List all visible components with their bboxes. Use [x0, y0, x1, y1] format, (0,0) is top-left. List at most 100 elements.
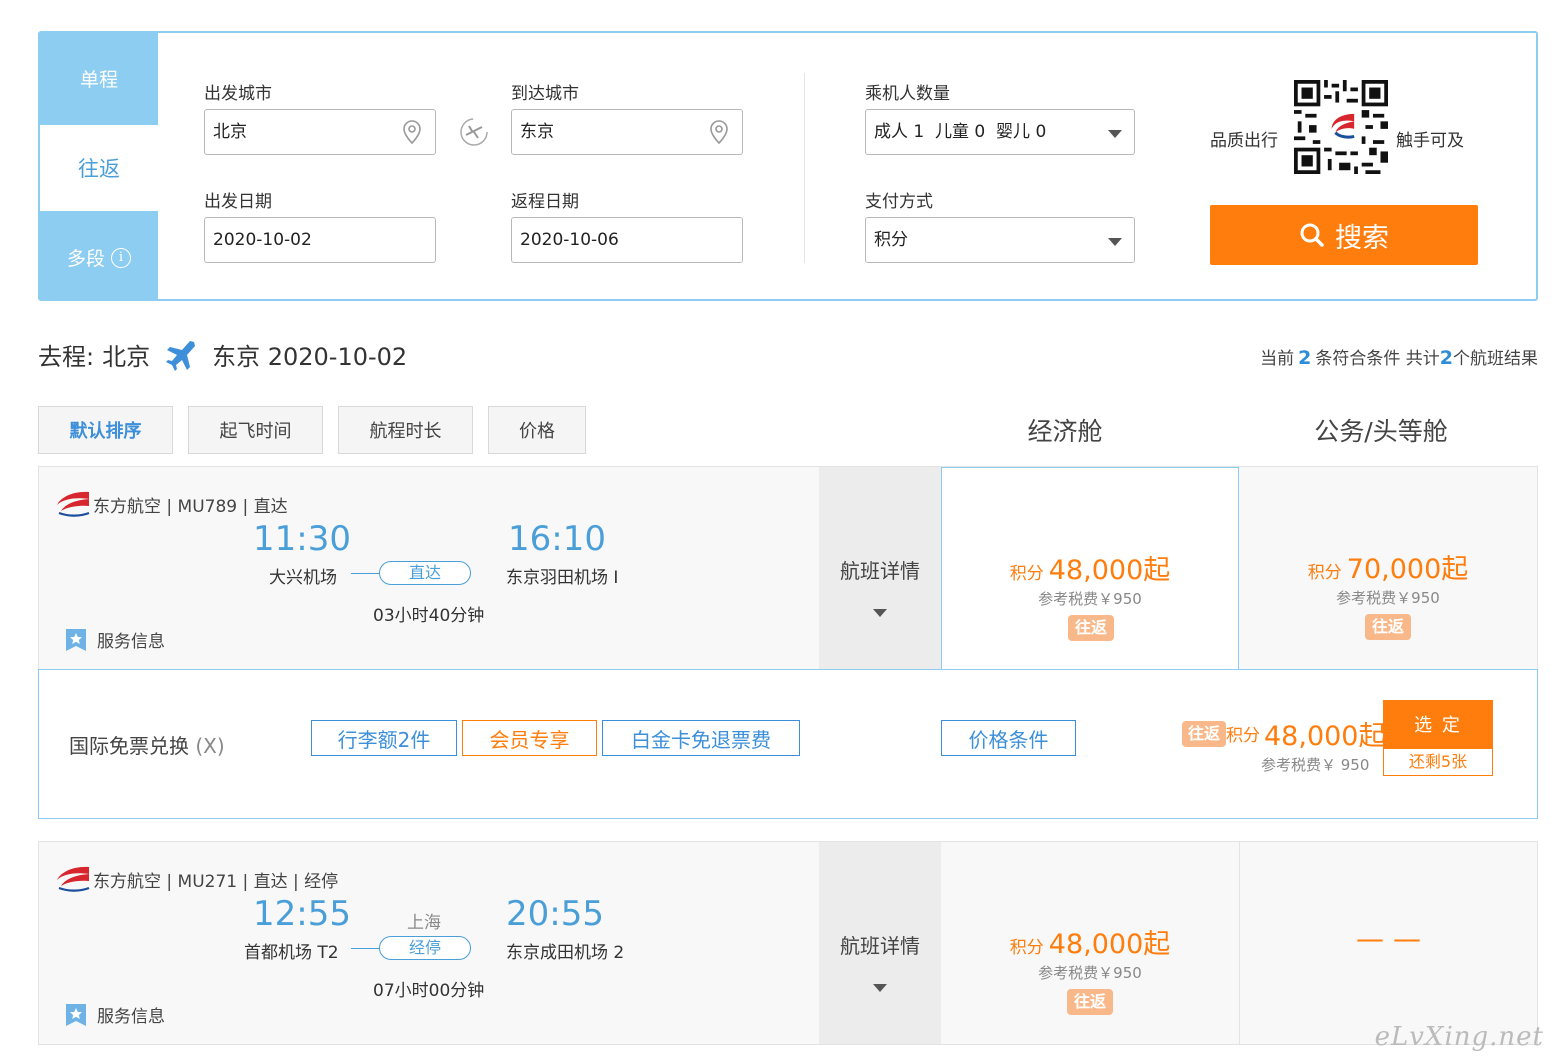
arrival-time: 20:55: [506, 894, 604, 934]
brand-slogan-right: 触手可及: [1396, 131, 1464, 151]
departure-airport: 首都机场 T2: [244, 943, 339, 963]
depart-date-input[interactable]: 2020-10-02: [204, 217, 436, 263]
service-info[interactable]: 服务信息: [65, 1002, 165, 1027]
return-date-input[interactable]: 2020-10-06: [511, 217, 743, 263]
stop-badge: 直达: [379, 561, 471, 585]
business-price-cell[interactable]: 积分 70,000起 参考税费￥950 往返: [1239, 467, 1537, 669]
route-from: 北京: [102, 343, 151, 371]
round-trip-badge: 往返: [1182, 720, 1226, 747]
select-fare-label: 选 定: [1414, 715, 1462, 736]
payment-value: 积分: [874, 230, 908, 250]
airline-info: 东方航空 | MU271 | 直达 | 经停: [55, 864, 338, 894]
sort-price[interactable]: 价格: [488, 406, 586, 454]
tag-member-exclusive[interactable]: 会员专享: [462, 720, 597, 756]
depart-city-label: 出发城市: [204, 84, 272, 104]
location-pin-icon: [403, 120, 421, 145]
sort-duration[interactable]: 航程时长: [338, 406, 473, 454]
result-count-prefix: 当前: [1260, 349, 1295, 369]
sort-default[interactable]: 默认排序: [38, 406, 173, 454]
passengers-select[interactable]: 成人 1 儿童 0 婴儿 0: [865, 109, 1135, 155]
service-bookmark-icon: [66, 1003, 86, 1026]
info-icon[interactable]: i: [111, 247, 131, 268]
business-tax: 参考税费￥950: [1336, 589, 1440, 607]
search-button[interactable]: 搜索: [1210, 205, 1478, 265]
arrival-airport: 东京羽田机场 I: [506, 568, 619, 588]
economy-price-amount: 48,000起: [1048, 555, 1171, 586]
flight-details-toggle[interactable]: 航班详情: [819, 842, 941, 1044]
seats-remaining: 还剩5张: [1383, 748, 1493, 776]
return-date-value: 2020-10-06: [520, 230, 619, 250]
stop-badge: 经停: [379, 936, 471, 960]
flight-details-toggle[interactable]: 航班详情: [819, 467, 941, 669]
tab-round-trip-label: 往返: [78, 157, 120, 181]
price-conditions-button[interactable]: 价格条件: [941, 720, 1076, 756]
qr-code-icon: [1294, 80, 1388, 174]
tag-member-exclusive-label: 会员专享: [489, 727, 570, 752]
payment-label: 支付方式: [865, 192, 933, 212]
select-fare-button[interactable]: 选 定: [1383, 700, 1493, 748]
sort-departure-time[interactable]: 起飞时间: [188, 406, 323, 454]
result-count-total: 2: [1439, 347, 1453, 369]
economy-price-cell[interactable]: 积分 48,000起 参考税费￥950 往返: [941, 842, 1239, 1044]
result-count-suffix: 个航班结果: [1453, 349, 1538, 369]
swap-plane-icon[interactable]: [457, 115, 491, 149]
result-count: 当前 2 条符合条件 共计2个航班结果: [1260, 344, 1538, 369]
depart-city-input[interactable]: 北京: [204, 109, 436, 155]
fare-name: 国际免票兑换 (X): [69, 730, 225, 759]
arrive-city-label: 到达城市: [511, 84, 579, 104]
airline-text: 东方航空 | MU271 | 直达 | 经停: [93, 871, 339, 892]
route-prefix: 去程:: [38, 343, 95, 371]
economy-price-amount: 48,000起: [1048, 929, 1171, 960]
passengers-value: 成人 1 儿童 0 婴儿 0: [874, 122, 1047, 142]
airline-logo-icon: [57, 866, 90, 892]
fare-price-prefix: 积分: [1226, 726, 1260, 746]
chevron-down-icon: [1108, 130, 1122, 138]
search-panel: 单程 往返 多段 i 出发城市 北京 到达城市 东京 出发日期 2020-10-0…: [38, 31, 1538, 301]
flight-card: 东方航空 | MU789 | 直达 11:30 16:10 大兴机场 直达 东京…: [38, 466, 1538, 672]
flight-card: 东方航空 | MU271 | 直达 | 经停 12:55 20:55 上海 首都…: [38, 841, 1538, 1045]
price-conditions-label: 价格条件: [968, 727, 1049, 752]
result-count-current: 2: [1298, 347, 1312, 369]
depart-date-value: 2020-10-02: [213, 230, 312, 250]
tag-baggage-label: 行李额2件: [337, 727, 431, 752]
brand-slogan-left: 品质出行: [1210, 131, 1278, 151]
chevron-down-icon: [873, 984, 887, 992]
tab-round-trip[interactable]: 往返: [40, 125, 158, 211]
result-count-middle: 条符合条件 共计: [1315, 349, 1440, 369]
arrive-city-input[interactable]: 东京: [511, 109, 743, 155]
tag-platinum-refund[interactable]: 白金卡免退票费: [602, 720, 800, 756]
airplane-icon: [166, 340, 196, 371]
flight-duration: 07小时00分钟: [373, 981, 485, 1001]
economy-price: 积分 48,000起: [942, 548, 1238, 587]
watermark: eLvXing.net: [1374, 1022, 1544, 1052]
fare-price-amount: 48,000起: [1264, 721, 1386, 752]
economy-price-cell[interactable]: 积分 48,000起 参考税费￥950 往返: [941, 467, 1239, 672]
tab-one-way[interactable]: 单程: [40, 33, 158, 123]
economy-tax: 参考税费￥950: [1038, 590, 1142, 608]
cabin-header-economy: 经济舱: [1027, 417, 1103, 446]
arrival-time: 16:10: [508, 519, 606, 559]
business-unavailable: — —: [1356, 922, 1421, 955]
business-price-cell: — —: [1239, 842, 1537, 1044]
fare-detail-row: 国际免票兑换 (X) 行李额2件 会员专享 白金卡免退票费 价格条件 往返 积分 4…: [38, 669, 1538, 819]
airline-info: 东方航空 | MU789 | 直达: [55, 489, 288, 519]
sort-duration-label: 航程时长: [369, 421, 442, 442]
route-title: 去程: 北京 东京 2020-10-02: [38, 337, 407, 372]
return-date-label: 返程日期: [511, 192, 579, 212]
tag-baggage[interactable]: 行李额2件: [311, 720, 457, 756]
sort-departure-time-label: 起飞时间: [219, 421, 292, 442]
fare-name-suffix: (X): [195, 734, 225, 758]
departure-time: 12:55: [253, 894, 351, 934]
payment-select[interactable]: 积分: [865, 217, 1135, 263]
chevron-down-icon: [873, 609, 887, 617]
business-price: 积分 70,000起: [1239, 547, 1537, 586]
service-info-label: 服务信息: [97, 632, 165, 652]
fare-tax: 参考税费￥ 950: [1261, 756, 1370, 774]
chevron-down-icon: [1108, 238, 1122, 246]
service-info[interactable]: 服务信息: [65, 627, 165, 652]
departure-airport: 大兴机场: [269, 568, 337, 588]
cabin-header-business: 公务/头等舱: [1314, 417, 1448, 446]
economy-price-prefix: 积分: [1009, 564, 1044, 584]
tag-platinum-refund-label: 白金卡免退票费: [631, 727, 771, 752]
tab-multi-segment[interactable]: 多段 i: [40, 214, 158, 301]
